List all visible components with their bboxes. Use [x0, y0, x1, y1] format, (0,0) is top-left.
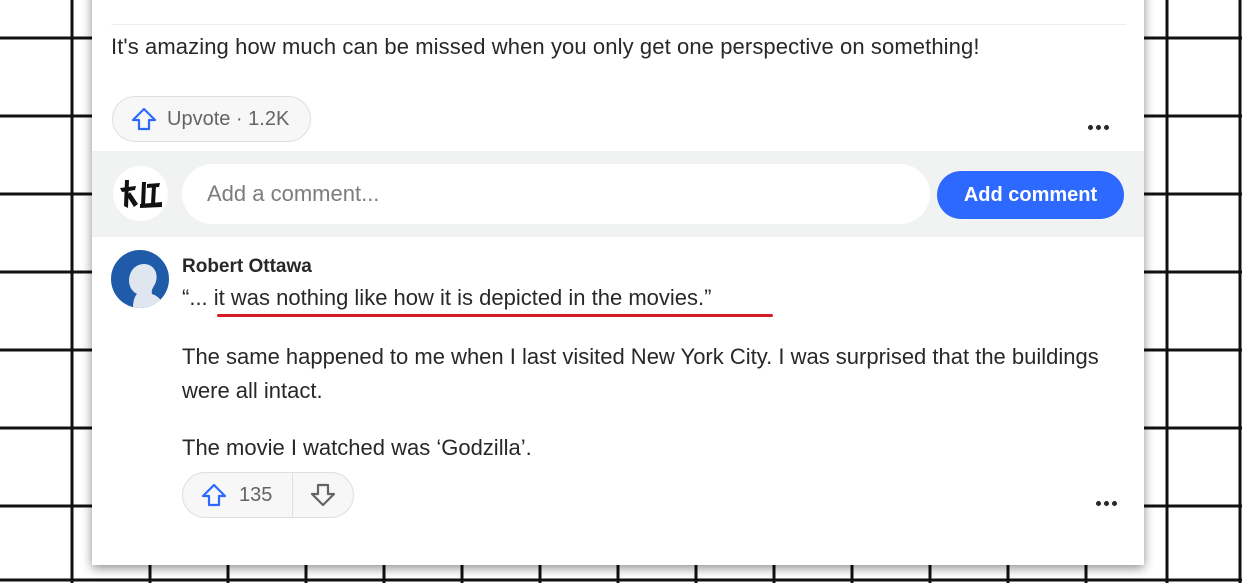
answer-text: It's amazing how much can be missed when…	[111, 34, 980, 59]
more-options-icon[interactable]	[1088, 117, 1112, 135]
comment-downvote-button[interactable]	[293, 473, 353, 517]
comment-upvote-button[interactable]: 135	[183, 473, 293, 517]
comment-input[interactable]	[182, 164, 930, 224]
upvote-arrow-icon	[201, 483, 239, 507]
quote-underline	[217, 314, 773, 317]
avatar[interactable]	[111, 250, 169, 308]
comment-author[interactable]: Robert Ottawa	[182, 256, 312, 278]
more-options-icon[interactable]	[1096, 493, 1120, 511]
upvote-button[interactable]: Upvote · 1.2K	[112, 96, 311, 142]
comment-vote-group: 135	[182, 472, 354, 518]
divider	[111, 24, 1126, 25]
downvote-arrow-icon	[310, 483, 336, 507]
current-user-avatar	[113, 166, 168, 221]
comment-paragraph: The same happened to me when I last visi…	[182, 344, 1099, 403]
comment-paragraph: The movie I watched was ‘Godzilla’.	[182, 435, 532, 460]
upvote-arrow-icon	[131, 107, 167, 131]
upvote-label: Upvote · 1.2K	[167, 107, 290, 130]
comment-quote: “... it was nothing like how it is depic…	[182, 285, 712, 310]
add-comment-button[interactable]: Add comment	[937, 171, 1124, 219]
upvote-count: 135	[239, 483, 273, 506]
